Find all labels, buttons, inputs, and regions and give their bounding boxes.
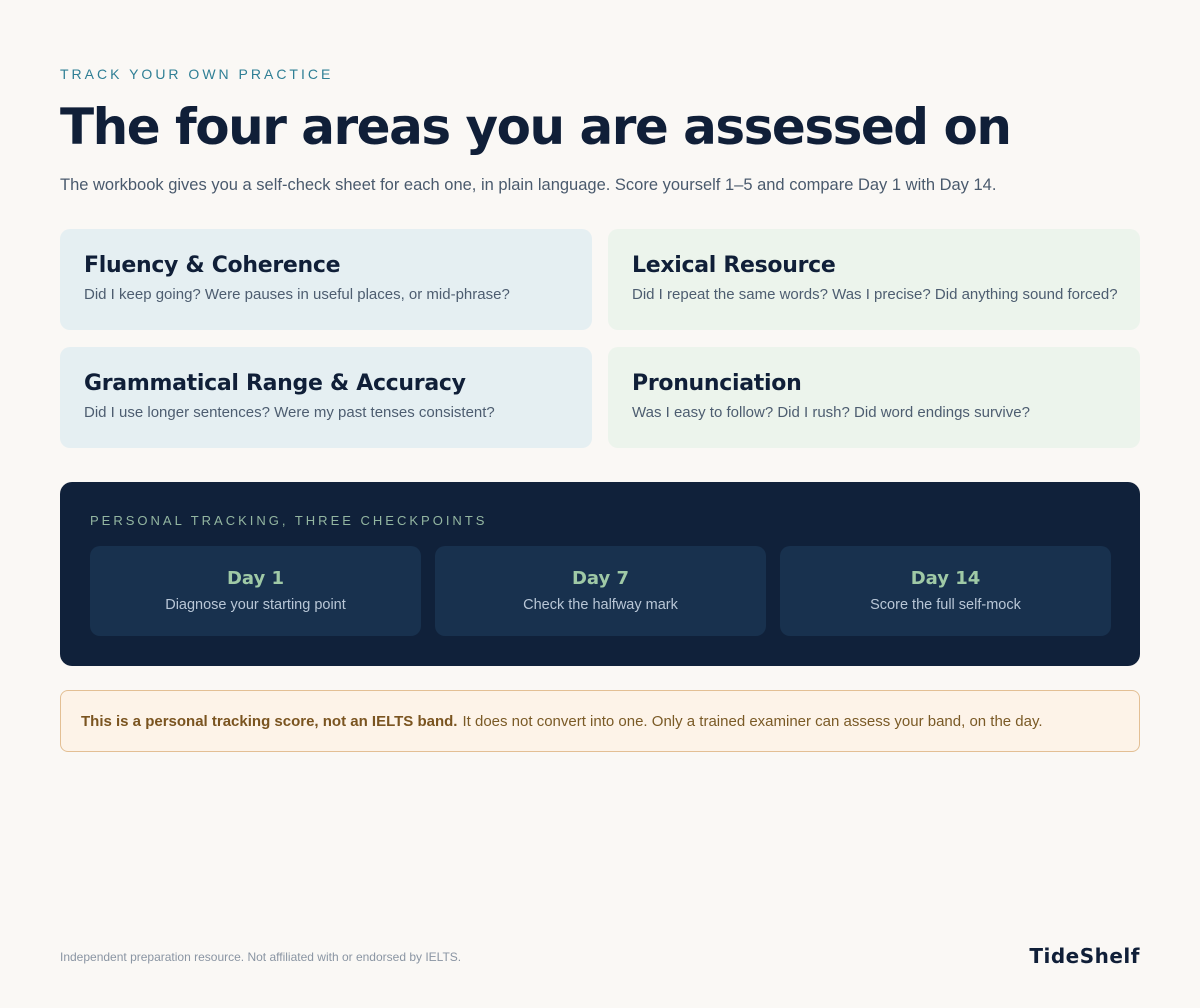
- tracking-panel: PERSONAL TRACKING, THREE CHECKPOINTS Day…: [60, 482, 1140, 666]
- footer-disclaimer: Independent preparation resource. Not af…: [60, 950, 462, 964]
- checkpoint-day-1: Day 1 Diagnose your starting point: [90, 546, 421, 636]
- area-description: Did I keep going? Were pauses in useful …: [84, 286, 510, 303]
- page-title: The four areas you are assessed on: [60, 98, 1012, 156]
- area-card-fluency: Fluency & Coherence Did I keep going? We…: [60, 229, 592, 330]
- checkpoint-description: Check the halfway mark: [523, 597, 678, 613]
- checkpoint-day: Day 7: [571, 568, 630, 589]
- area-description: Did I repeat the same words? Was I preci…: [632, 286, 1118, 303]
- area-card-pronunciation: Pronunciation Was I easy to follow? Did …: [608, 347, 1140, 448]
- notice-text: It does not convert into one. Only a tra…: [462, 712, 1043, 730]
- tracking-label: PERSONAL TRACKING, THREE CHECKPOINTS: [90, 513, 488, 528]
- eyebrow-label: TRACK YOUR OWN PRACTICE: [60, 66, 334, 82]
- area-title: Grammatical Range & Accuracy: [84, 371, 466, 396]
- brand-logo: TideShelf: [1029, 944, 1140, 968]
- area-description: Was I easy to follow? Did I rush? Did wo…: [632, 404, 1030, 421]
- checkpoint-day: Day 1: [226, 568, 285, 589]
- notice-emphasis: This is a personal tracking score, not a…: [81, 712, 458, 730]
- area-card-lexical: Lexical Resource Did I repeat the same w…: [608, 229, 1140, 330]
- checkpoint-day-14: Day 14 Score the full self-mock: [780, 546, 1111, 636]
- area-card-grammar: Grammatical Range & Accuracy Did I use l…: [60, 347, 592, 448]
- page-intro: The workbook gives you a self-check shee…: [60, 176, 997, 194]
- checkpoint-description: Diagnose your starting point: [165, 597, 346, 613]
- area-title: Fluency & Coherence: [84, 253, 341, 278]
- checkpoint-day: Day 14: [910, 568, 981, 589]
- checkpoint-day-7: Day 7 Check the halfway mark: [435, 546, 766, 636]
- area-title: Lexical Resource: [632, 253, 836, 278]
- checkpoint-description: Score the full self-mock: [870, 597, 1021, 613]
- area-description: Did I use longer sentences? Were my past…: [84, 404, 495, 421]
- area-title: Pronunciation: [632, 371, 802, 396]
- disclaimer-notice: This is a personal tracking score, not a…: [60, 690, 1140, 752]
